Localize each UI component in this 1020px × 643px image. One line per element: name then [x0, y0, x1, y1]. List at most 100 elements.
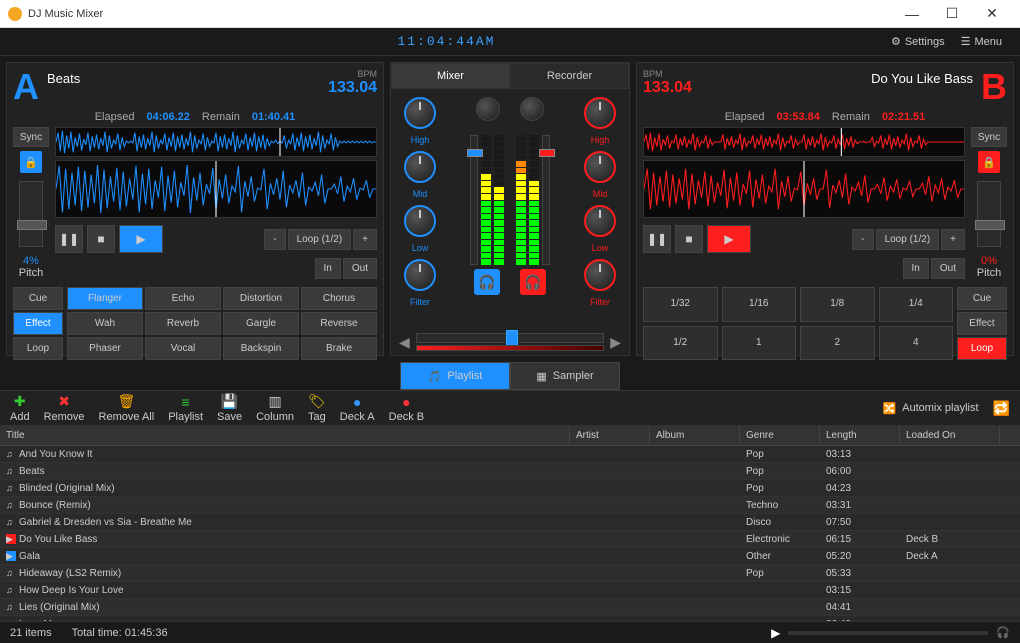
deck-a-pitch-slider[interactable]	[19, 181, 43, 247]
deck-b-lock-button[interactable]: 🔒	[978, 151, 1000, 173]
table-row[interactable]: ♫How Deep Is Your Love03:15	[0, 582, 1020, 599]
deck-a-sync-button[interactable]: Sync	[13, 127, 49, 147]
table-row[interactable]: ♫Hideaway (LS2 Remix)Pop05:33	[0, 565, 1020, 582]
table-row[interactable]: ♫Gabriel & Dresden vs Sia - Breathe MeDi…	[0, 514, 1020, 531]
table-row[interactable]: ♫Lies (Original Mix)04:41	[0, 599, 1020, 616]
add-button[interactable]: ✚Add	[10, 394, 30, 423]
deck-a-headphone-button[interactable]: 🎧	[474, 269, 500, 295]
deck-b-cue-tab[interactable]: Cue	[957, 287, 1007, 310]
deck-a-fx-flanger[interactable]: Flanger	[67, 287, 143, 310]
deck-b-detail-waveform[interactable]	[643, 160, 965, 218]
deck-b-loop-tab[interactable]: Loop	[957, 337, 1007, 360]
deck-b-filter-knob[interactable]	[584, 259, 616, 291]
xfade-left-arrow[interactable]: ◀	[399, 334, 410, 351]
col-genre[interactable]: Genre	[740, 426, 820, 445]
automix-button[interactable]: 🔀Automix playlist	[882, 402, 978, 415]
deck-b-load-button[interactable]: ●Deck B	[389, 394, 424, 423]
deck-a-fx-wah[interactable]: Wah	[67, 312, 143, 335]
table-row[interactable]: ♫Bounce (Remix)Techno03:31	[0, 497, 1020, 514]
deck-a-high-knob[interactable]	[404, 97, 436, 129]
settings-button[interactable]: ⚙Settings	[883, 31, 953, 52]
crossfader[interactable]	[416, 333, 604, 343]
table-row[interactable]: ♫And You Know ItPop03:13	[0, 446, 1020, 463]
col-length[interactable]: Length	[820, 426, 900, 445]
deck-a-loop-minus[interactable]: -	[264, 229, 285, 250]
deck-a-effect-tab[interactable]: Effect	[13, 312, 63, 335]
column-button[interactable]: ▥Column	[256, 394, 294, 423]
recorder-tab[interactable]: Recorder	[510, 63, 629, 89]
table-row[interactable]: ▶GalaOther05:20Deck A	[0, 548, 1020, 565]
deck-b-loop-1-16[interactable]: 1/16	[722, 287, 797, 322]
deck-a-loop-in[interactable]: In	[315, 258, 341, 279]
deck-a-fx-backspin[interactable]: Backspin	[223, 337, 299, 360]
deck-a-load-button[interactable]: ●Deck A	[340, 394, 375, 423]
remove-all-button[interactable]: 🗑Remove All	[99, 394, 155, 423]
deck-a-fx-distortion[interactable]: Distortion	[223, 287, 299, 310]
deck-b-loop-2[interactable]: 2	[800, 326, 875, 361]
deck-a-volume-slider[interactable]	[470, 135, 478, 265]
deck-a-fx-brake[interactable]: Brake	[301, 337, 377, 360]
deck-a-play-button[interactable]: ▶	[119, 225, 163, 253]
close-button[interactable]: ✕	[972, 0, 1012, 28]
deck-b-sync-button[interactable]: Sync	[971, 127, 1007, 147]
save-button[interactable]: 💾Save	[217, 394, 242, 423]
deck-b-loop-1[interactable]: 1	[722, 326, 797, 361]
headphone-icon[interactable]: 🎧	[996, 626, 1010, 639]
table-row[interactable]: ♫Blinded (Original Mix)Pop04:23	[0, 480, 1020, 497]
col-album[interactable]: Album	[650, 426, 740, 445]
deck-b-mid-knob[interactable]	[584, 151, 616, 183]
deck-a-fx-vocal[interactable]: Vocal	[145, 337, 221, 360]
maximize-button[interactable]: ☐	[932, 0, 972, 28]
xfade-right-arrow[interactable]: ▶	[610, 334, 621, 351]
deck-a-low-knob[interactable]	[404, 205, 436, 237]
deck-a-gain-knob[interactable]	[476, 97, 500, 121]
deck-b-loop-1-32[interactable]: 1/32	[643, 287, 718, 322]
deck-b-low-knob[interactable]	[584, 205, 616, 237]
deck-b-loop-label[interactable]: Loop (1/2)	[876, 229, 940, 250]
col-title[interactable]: Title	[0, 426, 570, 445]
deck-b-loop-1-2[interactable]: 1/2	[643, 326, 718, 361]
tag-button[interactable]: 🏷Tag	[308, 394, 326, 423]
deck-b-loop-minus[interactable]: -	[852, 229, 873, 250]
menu-button[interactable]: ☰Menu	[953, 31, 1010, 52]
deck-a-detail-waveform[interactable]	[55, 160, 377, 218]
deck-a-loop-out[interactable]: Out	[343, 258, 377, 279]
preview-play-button[interactable]: ▶	[771, 626, 780, 640]
playlist-tab[interactable]: 🎵Playlist	[400, 362, 510, 390]
deck-b-loop-1-8[interactable]: 1/8	[800, 287, 875, 322]
deck-b-loop-out[interactable]: Out	[931, 258, 965, 279]
deck-a-fx-chorus[interactable]: Chorus	[301, 287, 377, 310]
deck-b-pause-button[interactable]: ❚❚	[643, 225, 671, 253]
deck-b-headphone-button[interactable]: 🎧	[520, 269, 546, 295]
deck-b-effect-tab[interactable]: Effect	[957, 312, 1007, 335]
deck-b-overview-waveform[interactable]	[643, 127, 965, 157]
preview-progress[interactable]	[788, 631, 988, 635]
remove-button[interactable]: ✖Remove	[44, 394, 85, 423]
table-row[interactable]: ▶Do You Like BassElectronic06:15Deck B	[0, 531, 1020, 548]
crossfader-curve[interactable]	[416, 345, 604, 351]
col-artist[interactable]: Artist	[570, 426, 650, 445]
mixer-tab[interactable]: Mixer	[391, 63, 510, 89]
deck-b-loop-plus[interactable]: +	[941, 229, 965, 250]
sampler-tab[interactable]: ▦Sampler	[510, 362, 620, 390]
deck-b-loop-1-4[interactable]: 1/4	[879, 287, 954, 322]
deck-b-loop-in[interactable]: In	[903, 258, 929, 279]
deck-a-loop-tab[interactable]: Loop	[13, 337, 63, 360]
deck-a-mid-knob[interactable]	[404, 151, 436, 183]
minimize-button[interactable]: —	[892, 0, 932, 28]
deck-a-cue-tab[interactable]: Cue	[13, 287, 63, 310]
playlist-button[interactable]: ≡Playlist	[168, 394, 203, 423]
deck-b-stop-button[interactable]: ■	[675, 225, 703, 253]
col-loaded[interactable]: Loaded On	[900, 426, 1000, 445]
deck-a-stop-button[interactable]: ■	[87, 225, 115, 253]
deck-a-fx-reverse[interactable]: Reverse	[301, 312, 377, 335]
deck-b-pitch-slider[interactable]	[977, 181, 1001, 247]
deck-a-fx-echo[interactable]: Echo	[145, 287, 221, 310]
deck-a-filter-knob[interactable]	[404, 259, 436, 291]
repeat-button[interactable]: 🔁	[993, 400, 1010, 417]
deck-a-overview-waveform[interactable]	[55, 127, 377, 157]
deck-a-lock-button[interactable]: 🔒	[20, 151, 42, 173]
deck-a-loop-plus[interactable]: +	[353, 229, 377, 250]
deck-a-fx-reverb[interactable]: Reverb	[145, 312, 221, 335]
deck-a-fx-gargle[interactable]: Gargle	[223, 312, 299, 335]
